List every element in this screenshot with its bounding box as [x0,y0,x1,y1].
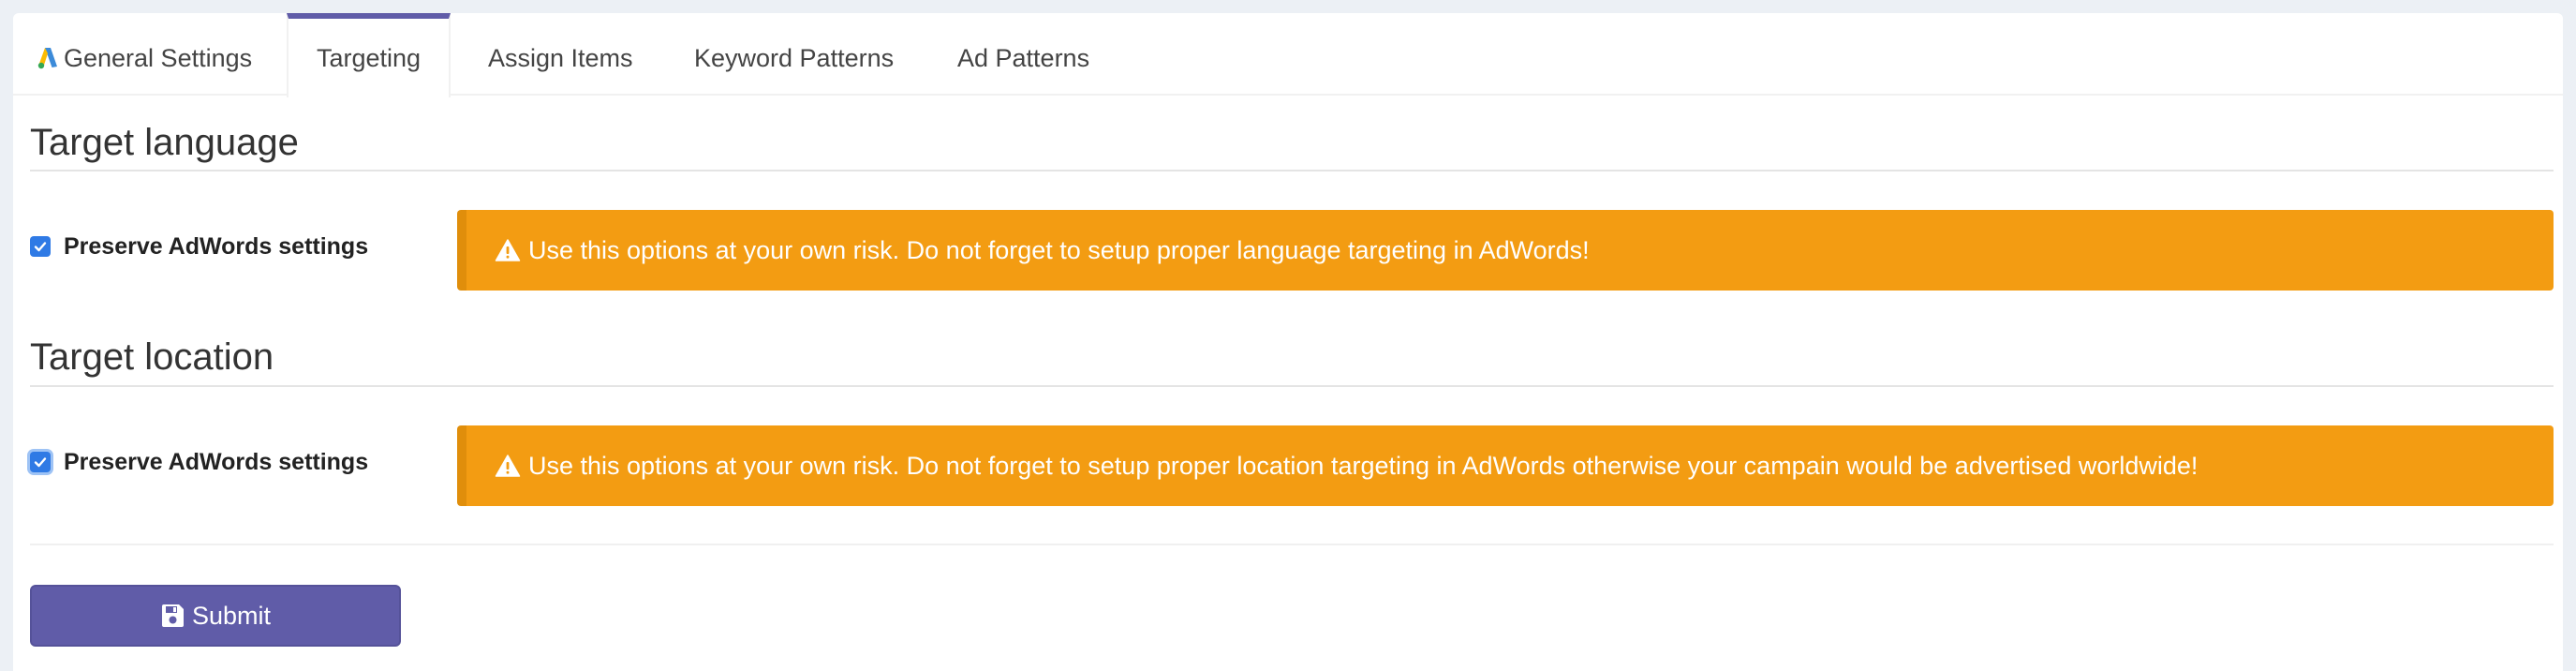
checkmark-icon [34,457,47,468]
submit-label: Submit [191,601,272,630]
tab-targeting-label: Targeting [316,44,422,72]
preserve-location-checkbox-row[interactable]: Preserve AdWords settings [30,448,368,476]
language-warning-text: Use this options at your own risk. Do no… [528,235,1590,264]
preserve-language-label: Preserve AdWords settings [64,232,369,260]
target-location-rule [30,385,2554,387]
target-language-heading: Target language [30,122,299,163]
language-warning-alert: Use this options at your own risk. Do no… [457,210,2554,291]
tab-assign-items[interactable]: Assign Items [488,13,633,96]
warning-icon [495,455,521,477]
warning-icon [495,239,521,261]
tab-ad-patterns-label: Ad Patterns [957,44,1090,72]
target-language-rule [30,170,2554,171]
location-warning-alert: Use this options at your own risk. Do no… [457,425,2554,506]
tab-keyword-patterns-label: Keyword Patterns [694,44,895,72]
tab-general-settings[interactable]: General Settings [37,13,252,96]
adwords-logo-icon [37,48,57,69]
location-warning-text: Use this options at your own risk. Do no… [528,451,2198,480]
submit-button[interactable]: Submit [30,585,401,647]
form-divider [30,544,2554,545]
settings-panel: General Settings Targeting Assign Items … [13,13,2563,671]
preserve-language-checkbox-row[interactable]: Preserve AdWords settings [30,232,368,261]
tab-keyword-patterns[interactable]: Keyword Patterns [694,13,894,96]
target-location-heading: Target location [30,336,274,378]
tab-assign-items-label: Assign Items [488,44,633,72]
preserve-location-checkbox[interactable] [30,452,51,472]
checkmark-icon [34,242,47,252]
preserve-language-checkbox[interactable] [30,236,51,257]
tab-ad-patterns[interactable]: Ad Patterns [957,13,1089,96]
save-icon [161,604,184,627]
preserve-location-label: Preserve AdWords settings [64,448,369,475]
tab-general-settings-label: General Settings [64,44,253,72]
tab-bar: General Settings Targeting Assign Items … [13,13,2563,97]
tab-targeting[interactable]: Targeting [287,13,451,97]
